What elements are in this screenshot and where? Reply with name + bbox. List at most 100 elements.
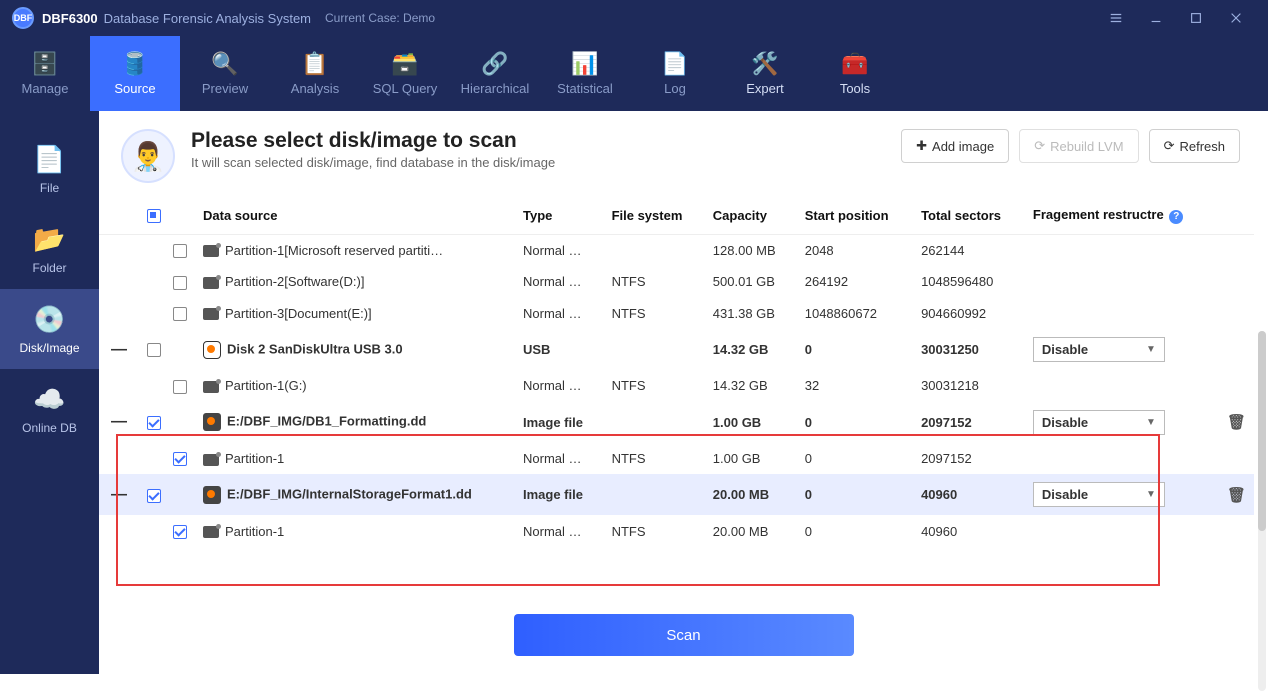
row-checkbox[interactable] — [173, 276, 187, 290]
chevron-down-icon: ▼ — [1146, 489, 1156, 500]
partition-icon — [203, 308, 219, 320]
ribbon-tools[interactable]: 🧰Tools — [810, 36, 900, 111]
cell-cap: 500.01 GB — [705, 266, 797, 298]
panel-header: 👨‍⚕️ Please select disk/image to scan It… — [99, 111, 1268, 197]
delete-icon[interactable]: 🗑 — [1227, 487, 1246, 504]
row-checkbox[interactable] — [173, 244, 187, 258]
cell-fs: NTFS — [604, 515, 705, 547]
ribbon-expert[interactable]: 🛠️Expert — [720, 36, 810, 111]
close-icon[interactable] — [1216, 0, 1256, 36]
app-subtitle: Database Forensic Analysis System — [104, 11, 311, 26]
cell-cap: 20.00 MB — [705, 515, 797, 547]
tools-icon: 🧰 — [841, 51, 868, 77]
table-row-partition[interactable]: Partition-3[Document(E:)]Normal …NTFS431… — [99, 298, 1254, 330]
table-row-partition[interactable]: Partition-2[Software(D:)]Normal …NTFS500… — [99, 266, 1254, 298]
statistical-icon: 📊 — [571, 51, 598, 77]
row-checkbox[interactable] — [147, 416, 161, 430]
plus-icon: ✚ — [916, 138, 927, 154]
select-all-checkbox[interactable] — [147, 209, 161, 223]
sidebar-file[interactable]: 📄File — [0, 129, 99, 209]
row-checkbox[interactable] — [173, 380, 187, 394]
cell-fs — [604, 474, 705, 515]
sidebar-disk-image[interactable]: 💿Disk/Image — [0, 289, 99, 369]
table-row-parent[interactable]: —E:/DBF_IMG/DB1_Formatting.ddImage file1… — [99, 402, 1254, 443]
cloud-db-icon: ☁️ — [33, 384, 65, 415]
row-name: Partition-1(G:) — [225, 378, 307, 393]
cell-cap: 20.00 MB — [705, 474, 797, 515]
cell-start: 0 — [797, 474, 913, 515]
table-row-parent[interactable]: —E:/DBF_IMG/InternalStorageFormat1.ddIma… — [99, 474, 1254, 515]
cell-start: 1048860672 — [797, 298, 913, 330]
fragment-dropdown[interactable]: Disable▼ — [1033, 410, 1165, 435]
disk-icon: 💿 — [33, 304, 65, 335]
cell-fs — [604, 402, 705, 443]
cell-sec: 40960 — [913, 515, 1025, 547]
app-logo-icon: DBF — [12, 7, 34, 29]
maximize-icon[interactable] — [1176, 0, 1216, 36]
col-data-source: Data source — [195, 197, 515, 234]
cell-type: USB — [515, 329, 604, 370]
minimize-icon[interactable] — [1136, 0, 1176, 36]
table-row-partition[interactable]: Partition-1Normal …NTFS1.00 GB02097152 — [99, 443, 1254, 475]
disk-drive-icon — [203, 341, 221, 359]
ribbon-source[interactable]: 🛢️Source — [90, 36, 180, 111]
col-total-sectors: Total sectors — [913, 197, 1025, 234]
vertical-scrollbar[interactable] — [1258, 331, 1266, 691]
table-row-partition[interactable]: Partition-1Normal …NTFS20.00 MB040960 — [99, 515, 1254, 547]
ribbon-sqlquery[interactable]: 🗃️SQL Query — [360, 36, 450, 111]
cell-cap: 14.32 GB — [705, 370, 797, 402]
assistant-avatar-icon: 👨‍⚕️ — [121, 129, 175, 183]
cell-start: 2048 — [797, 234, 913, 266]
ribbon-hierarchical[interactable]: 🔗Hierarchical — [450, 36, 540, 111]
folder-icon: 📂 — [33, 224, 65, 255]
cell-sec: 262144 — [913, 234, 1025, 266]
row-checkbox[interactable] — [147, 489, 161, 503]
refresh-button[interactable]: ⟳Refresh — [1149, 129, 1240, 163]
sidebar-online-db[interactable]: ☁️Online DB — [0, 369, 99, 449]
ribbon-analysis[interactable]: 📋Analysis — [270, 36, 360, 111]
menu-icon[interactable] — [1096, 0, 1136, 36]
row-checkbox[interactable] — [173, 525, 187, 539]
scan-button[interactable]: Scan — [514, 614, 854, 656]
title-bar: DBF DBF6300 Database Forensic Analysis S… — [0, 0, 1268, 36]
ribbon-preview[interactable]: 🔍Preview — [180, 36, 270, 111]
ribbon-log[interactable]: 📄Log — [630, 36, 720, 111]
cell-start: 0 — [797, 515, 913, 547]
row-checkbox[interactable] — [173, 452, 187, 466]
cell-sec: 904660992 — [913, 298, 1025, 330]
ribbon-manage[interactable]: 🗄️Manage — [0, 36, 90, 111]
hierarchical-icon: 🔗 — [481, 51, 508, 77]
log-icon: 📄 — [661, 51, 688, 77]
cell-start: 0 — [797, 329, 913, 370]
info-icon[interactable]: ? — [1169, 210, 1183, 224]
collapse-toggle[interactable]: — — [111, 341, 127, 358]
cell-sec: 2097152 — [913, 443, 1025, 475]
add-image-button[interactable]: ✚Add image — [901, 129, 1009, 163]
ribbon-statistical[interactable]: 📊Statistical — [540, 36, 630, 111]
partition-icon — [203, 277, 219, 289]
delete-icon[interactable]: 🗑 — [1227, 414, 1246, 431]
table-row-partition[interactable]: Partition-1(G:)Normal …NTFS14.32 GB32300… — [99, 370, 1254, 402]
sidebar-folder[interactable]: 📂Folder — [0, 209, 99, 289]
fragment-dropdown[interactable]: Disable▼ — [1033, 482, 1165, 507]
fragment-dropdown[interactable]: Disable▼ — [1033, 337, 1165, 362]
row-name: Partition-1[Microsoft reserved partiti… — [225, 243, 443, 258]
partition-icon — [203, 526, 219, 538]
chevron-down-icon: ▼ — [1146, 344, 1156, 355]
refresh-icon: ⟳ — [1164, 138, 1175, 154]
cell-sec: 30031250 — [913, 329, 1025, 370]
cell-cap: 128.00 MB — [705, 234, 797, 266]
col-fragment-restructure: Fragement restructre ? — [1025, 197, 1219, 234]
collapse-toggle[interactable]: — — [111, 413, 127, 430]
row-checkbox[interactable] — [173, 307, 187, 321]
table-row-partition[interactable]: Partition-1[Microsoft reserved partiti…N… — [99, 234, 1254, 266]
table-row-parent[interactable]: —Disk 2 SanDiskUltra USB 3.0USB14.32 GB0… — [99, 329, 1254, 370]
preview-icon: 🔍 — [211, 51, 238, 77]
collapse-toggle[interactable]: — — [111, 486, 127, 503]
source-icon: 🛢️ — [121, 51, 148, 77]
row-checkbox[interactable] — [147, 343, 161, 357]
data-source-table: Data source Type File system Capacity St… — [99, 197, 1254, 547]
col-capacity: Capacity — [705, 197, 797, 234]
cell-sec: 1048596480 — [913, 266, 1025, 298]
image-file-icon — [203, 486, 221, 504]
